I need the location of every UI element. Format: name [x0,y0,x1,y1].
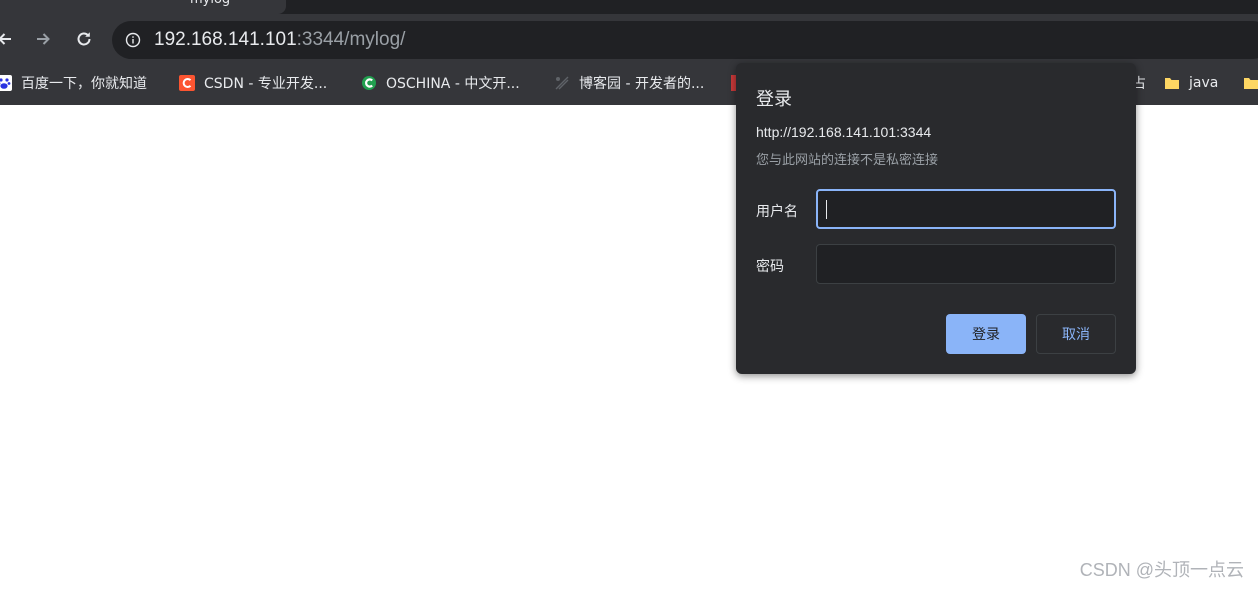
bookmark-label: 博客园 - 开发者的... [579,76,705,92]
tab-strip: mylog [0,0,1258,14]
reload-button[interactable] [71,26,97,52]
login-button[interactable]: 登录 [946,314,1026,354]
bookmark-baidu[interactable]: 百度一下，你就知道 [0,66,147,100]
oschina-logo-icon [361,75,377,91]
dialog-title: 登录 [756,89,792,110]
bookmark-folder-java[interactable]: java [1164,66,1218,100]
cnblogs-logo-icon [554,75,570,91]
folder-icon [1243,75,1258,91]
url-path: :3344/mylog/ [296,29,406,50]
folder-icon [1164,75,1180,91]
info-icon[interactable] [125,32,141,48]
active-tab[interactable]: mylog [0,0,286,14]
username-label: 用户名 [756,204,798,220]
bookmark-label: 百度一下，你就知道 [21,76,147,92]
username-input[interactable] [816,189,1116,229]
password-label: 密码 [756,259,784,275]
bookmark-label: java [1189,75,1219,91]
auth-dialog: 登录 http://192.168.141.101:3344 您与此网站的连接不… [736,63,1136,374]
back-button[interactable] [0,26,18,52]
forward-button[interactable] [30,26,56,52]
arrow-left-icon [0,33,11,45]
bookmark-label: OSCHINA - 中文开... [386,76,520,92]
reload-icon [77,32,91,46]
watermark: CSDN @头顶一点云 [1079,560,1244,580]
bookmark-label: CSDN - 专业开发... [204,76,328,92]
url-text[interactable]: 192.168.141.101:3344/mylog/ [154,29,405,51]
bookmark-csdn[interactable]: CSDN - 专业开发... [179,66,327,100]
dialog-origin: http://192.168.141.101:3344 [756,124,932,140]
arrow-right-icon [37,33,50,45]
tab-title: mylog [190,0,230,7]
text-caret [826,200,827,219]
csdn-logo-icon [179,75,195,91]
bookmark-folder[interactable] [1243,66,1258,100]
cancel-button[interactable]: 取消 [1036,314,1116,354]
dialog-security-note: 您与此网站的连接不是私密连接 [756,153,939,168]
password-input[interactable] [816,244,1116,284]
address-bar[interactable]: 192.168.141.101:3344/mylog/ [112,21,1258,59]
baidu-paw-icon [0,75,12,91]
url-host: 192.168.141.101 [154,29,297,50]
bookmark-cnblogs[interactable]: 博客园 - 开发者的... [554,66,704,100]
bookmark-oschina[interactable]: OSCHINA - 中文开... [361,66,520,100]
